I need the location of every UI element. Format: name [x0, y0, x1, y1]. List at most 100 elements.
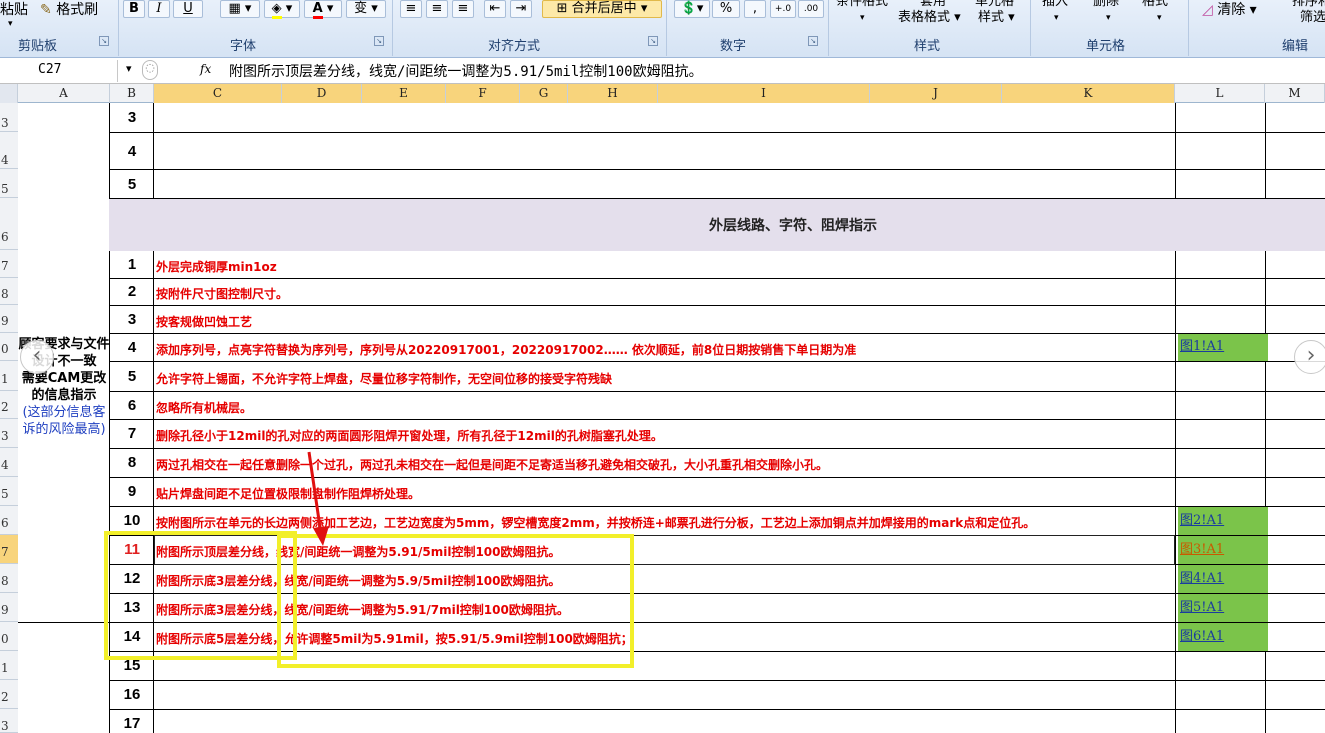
column-header-a[interactable]: A	[18, 84, 110, 103]
column-header-d[interactable]: D	[282, 84, 362, 103]
column-header-h[interactable]: H	[568, 84, 658, 103]
align-right-button[interactable]: ≡	[452, 0, 474, 18]
row-header[interactable]: 2	[0, 391, 18, 419]
currency-button[interactable]: 💲▾	[674, 0, 710, 18]
insert-dropdown-icon[interactable]: ▾	[1054, 10, 1059, 26]
format-button[interactable]: 格式	[1142, 0, 1168, 10]
format-dropdown-icon[interactable]: ▾	[1157, 10, 1162, 26]
clipboard-launcher-icon[interactable]: ↘	[99, 36, 109, 46]
delete-button[interactable]: 删除	[1093, 0, 1119, 10]
row-header[interactable]: 5	[0, 477, 18, 506]
sheet-link[interactable]: 图2!A1	[1178, 507, 1268, 535]
column-header-k[interactable]: K	[1002, 84, 1175, 103]
row-header[interactable]: 5	[0, 169, 18, 198]
column-header-m[interactable]: M	[1265, 84, 1325, 103]
row-header[interactable]: 6	[0, 198, 18, 250]
column-header-f[interactable]: F	[446, 84, 520, 103]
column-header-g[interactable]: G	[520, 84, 568, 103]
instruction-text[interactable]: 忽略所有机械层。	[156, 399, 252, 416]
sheet-link[interactable]: 图1!A1	[1178, 334, 1268, 361]
name-box[interactable]: C27	[0, 60, 118, 82]
row-header[interactable]: 8	[0, 564, 18, 593]
delete-dropdown-icon[interactable]: ▾	[1106, 10, 1111, 26]
font-color-button[interactable]: A ▾	[304, 0, 342, 19]
cell-style-button[interactable]: 单元格	[975, 0, 1014, 10]
decrease-indent-button[interactable]: ⇤	[484, 0, 506, 18]
align-left-button[interactable]: ≡	[400, 0, 422, 18]
align-center-button[interactable]: ≡	[426, 0, 448, 18]
paste-button[interactable]: 粘贴	[0, 0, 28, 20]
number-launcher-icon[interactable]: ↘	[808, 36, 818, 46]
clear-button[interactable]: ◿ 清除 ▾	[1202, 0, 1257, 20]
underline-button[interactable]: U	[173, 0, 203, 18]
conditional-format-dropdown-icon[interactable]: ▾	[860, 10, 865, 26]
name-box-dropdown-icon[interactable]: ▾	[126, 62, 132, 75]
decrease-decimal-button[interactable]: .00	[798, 0, 824, 18]
phonetic-button[interactable]: 变 ▾	[346, 0, 386, 18]
formula-input[interactable]: 附图所示顶层差分线，线宽/间距统一调整为5.91/5mil控制100欧姆阻抗。	[229, 61, 703, 81]
instruction-text[interactable]: 添加序列号，点亮字符替换为序列号，序列号从20220917001，2022091…	[156, 341, 856, 358]
row-header-selected[interactable]: 7	[0, 535, 18, 564]
row-header[interactable]: 2	[0, 680, 18, 709]
row-header[interactable]: 4	[0, 448, 18, 477]
sheet-link[interactable]: 图5!A1	[1178, 594, 1268, 622]
instruction-text[interactable]: 按附件尺寸图控制尺寸。	[156, 285, 288, 302]
instruction-text[interactable]: 按客规做凹蚀工艺	[156, 313, 252, 330]
row-header[interactable]: 3	[0, 419, 18, 448]
filter-button[interactable]: 筛选	[1300, 10, 1325, 26]
column-header-b[interactable]: B	[110, 84, 154, 103]
increase-decimal-button[interactable]: +.0	[770, 0, 796, 18]
table-format-button[interactable]: 表格格式 ▾	[898, 10, 961, 26]
previous-arrow-icon[interactable]: ‹	[20, 340, 54, 374]
row-header[interactable]: 1	[0, 361, 18, 391]
cancel-icon[interactable]: ◌	[142, 60, 158, 80]
alignment-launcher-icon[interactable]: ↘	[648, 36, 658, 46]
row-header[interactable]: 3	[0, 709, 18, 733]
row-header[interactable]: 8	[0, 278, 18, 305]
sheet-link[interactable]: 图6!A1	[1178, 623, 1268, 651]
font-launcher-icon[interactable]: ↘	[374, 36, 384, 46]
row-header[interactable]: 6	[0, 506, 18, 535]
row-header[interactable]: 7	[0, 250, 18, 278]
increase-indent-button[interactable]: ⇥	[510, 0, 532, 18]
instruction-text[interactable]: 删除孔径小于12mil的孔对应的两面圆形阻焊开窗处理，所有孔径于12mil的孔树…	[156, 427, 663, 444]
italic-button[interactable]: I	[148, 0, 170, 18]
instruction-text[interactable]: 外层完成铜厚min1oz	[156, 258, 277, 275]
paste-dropdown-icon[interactable]: ▾	[8, 16, 13, 32]
row-header[interactable]: 9	[0, 305, 18, 333]
percent-button[interactable]: %	[712, 0, 740, 18]
select-all-corner[interactable]	[0, 84, 18, 103]
bold-button[interactable]: B	[123, 0, 145, 18]
instruction-text[interactable]: 允许字符上锡面，不允许字符上焊盘，尽量位移字符制作，无空间位移的接受字符残缺	[156, 370, 612, 387]
row-header[interactable]: 1	[0, 651, 18, 680]
border-button[interactable]: ▦ ▾	[220, 0, 260, 18]
row-header[interactable]: 0	[0, 622, 18, 651]
row-header[interactable]: 9	[0, 593, 18, 622]
column-header-i[interactable]: I	[658, 84, 870, 103]
insert-button[interactable]: 插入	[1042, 0, 1068, 10]
instruction-text[interactable]: 两过孔相交在一起任意删除一个过孔，两过孔未相交在一起但是间距不足寄适当移孔避免相…	[156, 456, 828, 473]
row-header[interactable]: 4	[0, 132, 18, 169]
row-header[interactable]: 3	[0, 103, 18, 132]
sheet-link[interactable]: 图3!A1	[1178, 536, 1268, 564]
conditional-format-button[interactable]: 条件格式	[836, 0, 888, 10]
instruction-text[interactable]: 按附图所示在单元的长边两侧添加工艺边，工艺边宽度为5mm，锣空槽宽度2mm，并按…	[156, 514, 1035, 531]
instruction-text[interactable]: 贴片焊盘间距不足位置极限制盘制作阻焊桥处理。	[156, 485, 420, 502]
sheet-link[interactable]: 图4!A1	[1178, 565, 1268, 593]
comma-button[interactable]: ,	[744, 0, 766, 18]
row-header[interactable]: 0	[0, 333, 18, 361]
merge-center-button[interactable]: ⊞ 合并后居中 ▾	[542, 0, 662, 18]
fx-icon[interactable]: fx	[200, 62, 211, 76]
column-header-c[interactable]: C	[154, 84, 282, 103]
table-button[interactable]: 套用	[920, 0, 946, 10]
number-group-label: 数字	[720, 39, 747, 54]
cell-style-dropdown[interactable]: 样式 ▾	[978, 10, 1015, 26]
fill-color-button[interactable]: ◈ ▾	[264, 0, 300, 19]
next-arrow-icon[interactable]: ›	[1294, 340, 1325, 374]
format-painter-button[interactable]: ✎ 格式刷	[40, 0, 98, 20]
sort-button[interactable]: 排序和	[1292, 0, 1325, 10]
column-header-l[interactable]: L	[1175, 84, 1265, 103]
column-header-e[interactable]: E	[362, 84, 446, 103]
column-header-j[interactable]: J	[870, 84, 1002, 103]
item-number: 5	[127, 176, 137, 193]
